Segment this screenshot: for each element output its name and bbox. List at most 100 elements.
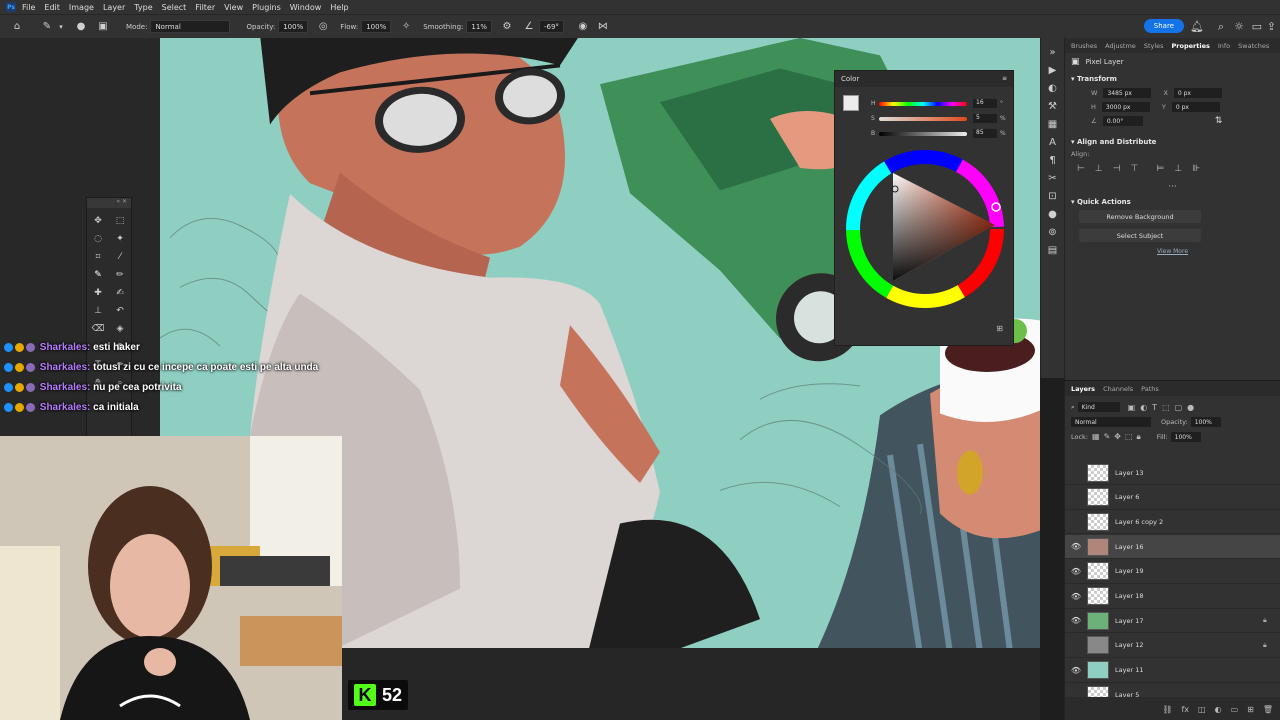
- layer-name[interactable]: Layer 12: [1115, 641, 1263, 649]
- layer-row[interactable]: Layer 6: [1065, 486, 1280, 510]
- collapse-transform-icon[interactable]: ▾: [1071, 75, 1075, 83]
- search-icon[interactable]: ⌕: [1218, 20, 1224, 34]
- tab-brushes[interactable]: Brushes: [1071, 42, 1097, 50]
- collapse-quick-actions-icon[interactable]: ▾: [1071, 198, 1075, 206]
- align-bottom-icon[interactable]: ⊥: [1174, 164, 1182, 174]
- saturation-slider-row[interactable]: S 5 %: [871, 114, 1006, 123]
- lock-icons[interactable]: ▦✎✥⬚🔒︎: [1092, 432, 1145, 442]
- stamp-icon[interactable]: ⊡: [1048, 188, 1056, 206]
- menu-filter[interactable]: Filter: [195, 3, 215, 12]
- layer-row[interactable]: 👁︎ Layer 11: [1065, 659, 1280, 683]
- marquee-tool-icon[interactable]: ⬚: [109, 214, 131, 228]
- layer-name[interactable]: Layer 6 copy 2: [1115, 518, 1263, 526]
- layer-name[interactable]: Layer 16: [1115, 543, 1263, 551]
- eye-icon[interactable]: 👁︎: [1065, 592, 1087, 601]
- history-brush-tool-icon[interactable]: ↶: [109, 304, 131, 318]
- brush-tool-icon[interactable]: ✎: [40, 20, 54, 34]
- tab-info[interactable]: Info: [1218, 42, 1230, 50]
- tab-layers[interactable]: Layers: [1071, 385, 1095, 393]
- foreground-swatch[interactable]: [843, 95, 859, 111]
- healing-tool-icon[interactable]: ✚: [87, 286, 109, 300]
- opacity-field[interactable]: 100%: [278, 20, 309, 33]
- share-export-icon[interactable]: ⇪: [1267, 20, 1276, 33]
- brush-tool-icon[interactable]: ✎: [87, 268, 109, 282]
- y-field[interactable]: 0 px: [1171, 102, 1220, 112]
- smoothing-field[interactable]: 11%: [466, 20, 492, 33]
- layer-name[interactable]: Layer 18: [1115, 592, 1263, 600]
- symmetry-icon[interactable]: ⋈: [596, 20, 610, 34]
- eye-icon[interactable]: 👁︎: [1065, 666, 1087, 675]
- share-button[interactable]: Share: [1143, 19, 1184, 33]
- menu-layer[interactable]: Layer: [103, 3, 125, 12]
- x-field[interactable]: 0 px: [1173, 88, 1222, 98]
- pressure-opacity-icon[interactable]: ◎: [316, 20, 330, 34]
- menu-help[interactable]: Help: [330, 3, 348, 12]
- more-options-icon[interactable]: ···: [1071, 182, 1274, 192]
- mixer-brush-tool-icon[interactable]: ✍: [109, 286, 131, 300]
- eyedropper-tool-icon[interactable]: ⁄: [109, 250, 131, 264]
- layer-filter-icons[interactable]: ▣◐T⬚▢●: [1128, 403, 1200, 412]
- angle-field[interactable]: -69°: [538, 20, 564, 33]
- gear-icon[interactable]: ⚙: [500, 20, 514, 34]
- brightness-slider-row[interactable]: B 85 %: [871, 129, 1006, 138]
- grid-icon[interactable]: ▦: [1048, 116, 1057, 134]
- layer-row[interactable]: 👁︎ Layer 19: [1065, 560, 1280, 584]
- align-vcenter-icon[interactable]: ⊨: [1156, 164, 1164, 174]
- height-field[interactable]: 3000 px: [1101, 102, 1150, 112]
- crossed-tools-icon[interactable]: ✂: [1048, 170, 1056, 188]
- play-icon[interactable]: ▶: [1049, 62, 1057, 80]
- view-more-link[interactable]: View More: [1071, 248, 1274, 255]
- menu-window[interactable]: Window: [290, 3, 322, 12]
- layer-name[interactable]: Layer 13: [1115, 469, 1263, 477]
- fill-field[interactable]: 100%: [1170, 432, 1201, 442]
- home-icon[interactable]: ⌂: [10, 20, 24, 34]
- discover-icon[interactable]: ☼: [1234, 20, 1244, 33]
- paint-bucket-tool-icon[interactable]: ◈: [109, 322, 131, 336]
- brush-preset-icon[interactable]: ●: [74, 20, 88, 34]
- airbrush-icon[interactable]: ✧: [399, 20, 413, 34]
- angle-field[interactable]: 0.00°: [1102, 116, 1143, 126]
- tab-properties[interactable]: Properties: [1172, 42, 1210, 50]
- tab-styles[interactable]: Styles: [1144, 42, 1164, 50]
- hue-slider-row[interactable]: H 16 °: [871, 99, 1003, 108]
- layer-row[interactable]: Layer 12 🔒︎: [1065, 634, 1280, 658]
- flip-icon[interactable]: ⇅: [1215, 116, 1223, 126]
- add-mask-icon[interactable]: ◫: [1198, 705, 1206, 714]
- magic-wand-tool-icon[interactable]: ✦: [109, 232, 131, 246]
- move-tool-icon[interactable]: ✥: [87, 214, 109, 228]
- new-group-icon[interactable]: ▭: [1231, 705, 1239, 714]
- compass-icon[interactable]: ⊚: [1048, 224, 1056, 242]
- menu-image[interactable]: Image: [69, 3, 94, 12]
- width-field[interactable]: 3485 px: [1103, 88, 1152, 98]
- eye-icon[interactable]: 👁︎: [1065, 616, 1087, 625]
- color-wheel[interactable]: [843, 149, 1007, 313]
- pressure-size-icon[interactable]: ◉: [576, 20, 590, 34]
- align-right-icon[interactable]: ⊣: [1113, 164, 1121, 174]
- menu-view[interactable]: View: [224, 3, 243, 12]
- expand-panels-icon[interactable]: »: [1049, 44, 1055, 62]
- layer-name[interactable]: Layer 6: [1115, 493, 1263, 501]
- pencil-tool-icon[interactable]: ✏: [109, 268, 131, 282]
- layer-filter-select[interactable]: Kind: [1077, 402, 1120, 412]
- lasso-tool-icon[interactable]: ◌: [87, 232, 109, 246]
- link-layers-icon[interactable]: ⛓: [1162, 705, 1172, 714]
- tab-channels[interactable]: Channels: [1103, 385, 1133, 393]
- align-top-icon[interactable]: ⊤: [1131, 164, 1139, 174]
- layer-opacity-field[interactable]: 100%: [1190, 417, 1221, 427]
- collapse-align-icon[interactable]: ▾: [1071, 138, 1075, 146]
- layer-name[interactable]: Layer 19: [1115, 567, 1263, 575]
- saturation-value[interactable]: 5: [973, 114, 997, 123]
- fx-icon[interactable]: fx: [1181, 705, 1189, 714]
- tab-adjustments[interactable]: Adjustme: [1105, 42, 1136, 50]
- layer-row[interactable]: 👁︎ Layer 18: [1065, 585, 1280, 609]
- eye-icon[interactable]: 👁︎: [1065, 567, 1087, 576]
- menu-plugins[interactable]: Plugins: [252, 3, 281, 12]
- workspace-icon[interactable]: ▭: [1252, 20, 1262, 33]
- paragraph-icon[interactable]: ¶: [1049, 152, 1055, 170]
- layer-comp-icon[interactable]: ▤: [1048, 242, 1057, 260]
- menu-select[interactable]: Select: [162, 3, 187, 12]
- add-swatch-icon[interactable]: ⊞: [996, 324, 1003, 333]
- hue-value[interactable]: 16: [973, 99, 997, 108]
- layer-name[interactable]: Layer 11: [1115, 666, 1263, 674]
- crop-tool-icon[interactable]: ⌗: [87, 250, 109, 264]
